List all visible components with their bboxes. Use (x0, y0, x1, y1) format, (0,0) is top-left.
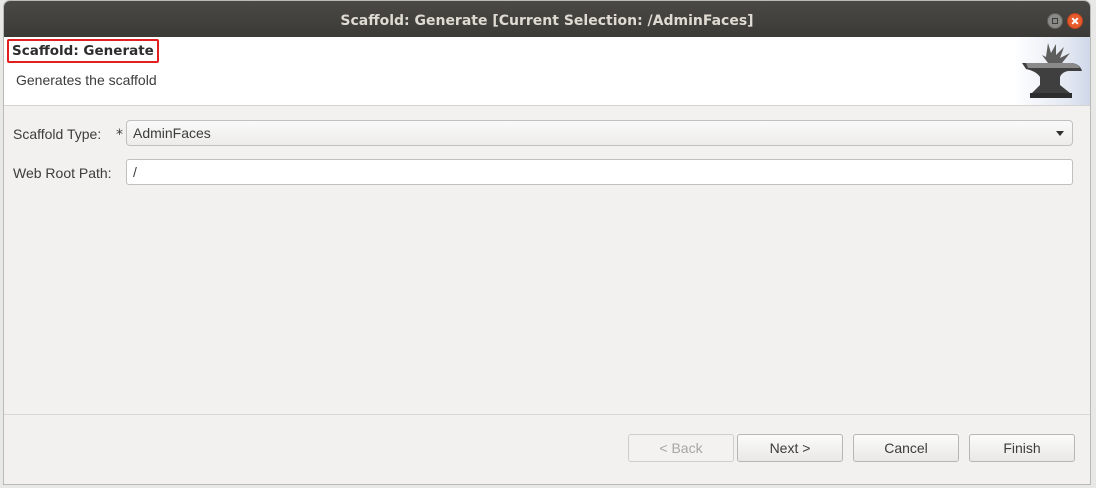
scaffold-type-dropdown[interactable]: AdminFaces (126, 120, 1073, 146)
page-description: Generates the scaffold (16, 72, 157, 88)
button-bar-divider (4, 414, 1090, 415)
chevron-down-icon (1056, 131, 1064, 136)
back-button[interactable]: < Back (628, 434, 734, 462)
close-button[interactable] (1067, 13, 1083, 29)
maximize-button[interactable] (1047, 13, 1063, 29)
wizard-header: Scaffold: Generate Generates the scaffol… (4, 37, 1090, 106)
next-button[interactable]: Next > (737, 434, 843, 462)
web-root-path-input[interactable] (126, 159, 1073, 185)
scaffold-type-value: AdminFaces (133, 125, 211, 141)
web-root-path-label: Web Root Path: (13, 165, 112, 181)
scaffold-type-label: Scaffold Type: (13, 126, 102, 142)
cancel-button[interactable]: Cancel (853, 434, 959, 462)
finish-button[interactable]: Finish (969, 434, 1075, 462)
title-bar[interactable]: Scaffold: Generate [Current Selection: /… (4, 1, 1090, 37)
page-title: Scaffold: Generate (7, 39, 159, 63)
required-marker: * (116, 127, 123, 143)
dialog-window: Scaffold: Generate [Current Selection: /… (3, 0, 1091, 485)
window-title: Scaffold: Generate [Current Selection: /… (340, 13, 754, 29)
anvil-icon (1014, 37, 1090, 105)
